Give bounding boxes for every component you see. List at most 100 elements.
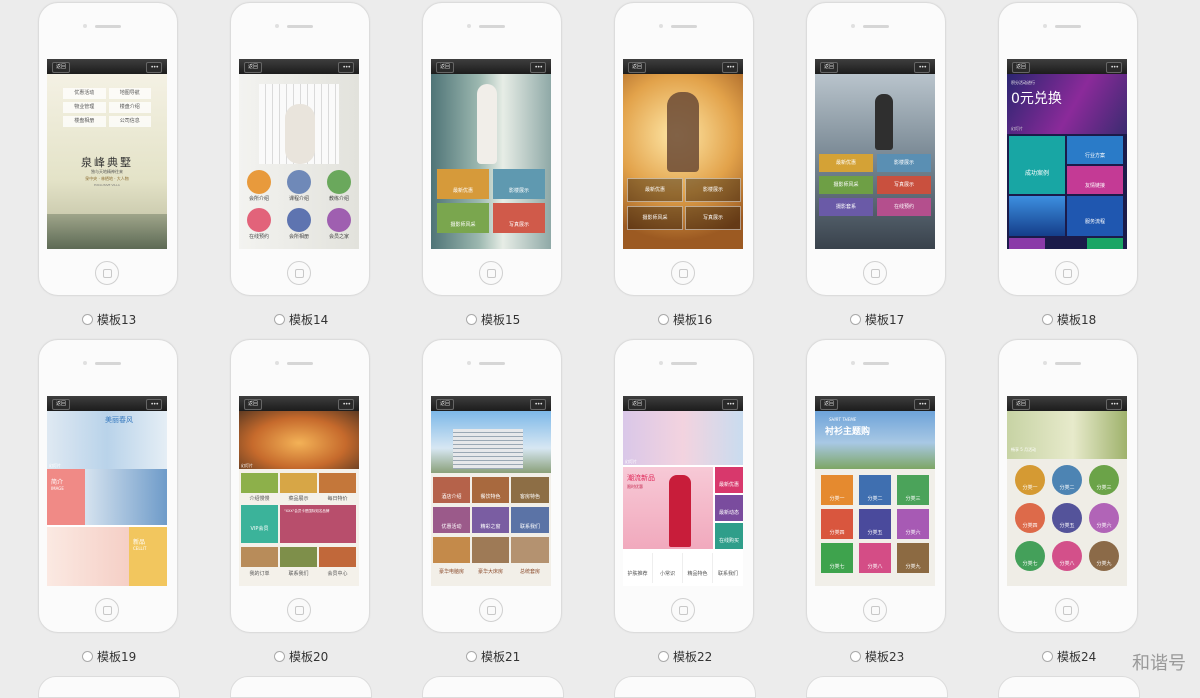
camera-dot (851, 24, 855, 28)
radio-button[interactable] (82, 651, 93, 662)
radio-button[interactable] (274, 314, 285, 325)
template-name: 模板15 (481, 313, 521, 327)
phone-screen: 返回 ••• 积分活动进行 0元兑换 幻灯片 成功案例 行业方案 友情链接 服务… (1007, 59, 1127, 249)
dish-image (280, 547, 317, 567)
template-label[interactable]: 模板21 (466, 648, 520, 664)
phone-screen: 返回 ••• 最新优惠 影楼展示 摄影师风采 写真展示 摄影套系 在线预约 (815, 59, 935, 249)
template-label[interactable]: 模板16 (658, 311, 712, 327)
city-image (1009, 196, 1065, 236)
category-tile: 分类八 (859, 543, 891, 573)
wechat-topbar: 返回 ••• (47, 59, 167, 74)
back-button: 返回 (436, 399, 455, 410)
side-tile: 最新动态 (715, 495, 743, 521)
camera-dot (275, 361, 279, 365)
radio-button[interactable] (850, 651, 861, 662)
template-label[interactable]: 模板24 (1042, 648, 1096, 664)
menu-item: 楼盘介绍 (108, 102, 151, 113)
yoga-figure (285, 104, 315, 164)
back-button: 返回 (244, 62, 263, 73)
back-button: 返回 (628, 62, 647, 73)
radio-button[interactable] (850, 314, 861, 325)
template-name: 模板21 (481, 650, 521, 664)
template-label[interactable]: 模板22 (658, 648, 712, 664)
radio-button[interactable] (466, 314, 477, 325)
template-name: 模板18 (1057, 313, 1097, 327)
speaker (863, 25, 889, 28)
next-row-phone (614, 676, 756, 698)
more-button: ••• (914, 399, 930, 410)
camera-dot (1043, 24, 1047, 28)
bottom-label: 我的订单 (249, 571, 270, 577)
wechat-topbar: 返回 ••• (431, 396, 551, 411)
feature-tile: 行业方案 (1067, 136, 1123, 164)
banner-title: 0元兑换 (1011, 91, 1062, 107)
side-tile: 在线购买 (715, 523, 743, 549)
product-image (47, 527, 129, 586)
feature-tile: 餐饮特色 (472, 477, 509, 503)
template-label[interactable]: 模板23 (850, 648, 904, 664)
wechat-topbar: 返回 ••• (1007, 59, 1127, 74)
feature-label: 会员之家 (328, 234, 349, 240)
home-button (671, 598, 695, 622)
radio-button[interactable] (1042, 651, 1053, 662)
phone-frame: 返回 ••• SHIRT THEME 衬衫主题购 分类一 分类二 分类三 分类四… (806, 339, 946, 633)
room-label: 总统套房 (519, 569, 540, 575)
banner-caption: 畅享 5 月活动 (1011, 447, 1037, 452)
template-name: 模板20 (289, 650, 329, 664)
radio-button[interactable] (658, 314, 669, 325)
category-tile: 分类九 (897, 543, 929, 573)
category-label: 分类九 (1096, 561, 1112, 567)
feature-tile: 在线预约 (877, 198, 931, 216)
more-button: ••• (1106, 399, 1122, 410)
more-button: ••• (146, 399, 162, 410)
feature-tile: 写真展示 (685, 206, 741, 230)
category-tile: 分类二 (859, 475, 891, 505)
template-name: 模板22 (673, 650, 713, 664)
radio-button[interactable] (658, 651, 669, 662)
template-label[interactable]: 模板20 (274, 648, 328, 664)
template-label[interactable]: 模板18 (1042, 311, 1096, 327)
phone-frame: 返回 ••• 美丽春风 幻灯片 简介 IMAGE 新品 CELLIT (38, 339, 178, 633)
phone-frame: 返回 ••• 会所介绍 课程介绍 教练介绍 在线预约 会所相册 会员之家 (230, 2, 370, 296)
category-tile: 分类三 (897, 475, 929, 505)
category-label: 分类八 (1059, 561, 1075, 567)
speaker (479, 25, 505, 28)
feature-tile: 最新优惠 (627, 178, 683, 202)
template-label[interactable]: 模板14 (274, 311, 328, 327)
home-button (863, 598, 887, 622)
wechat-topbar: 返回 ••• (1007, 396, 1127, 411)
banner-caption: 幻灯片 (625, 459, 637, 464)
bottom-tab: 精品特色 (683, 553, 713, 583)
speaker (863, 362, 889, 365)
radio-button[interactable] (1042, 314, 1053, 325)
template-name: 模板24 (1057, 650, 1097, 664)
camera-dot (467, 24, 471, 28)
phone-frame: 返回 ••• 优惠活动 地图导航 物业管理 楼盘介绍 楼盘相册 公司信息 泉峰典… (38, 2, 178, 296)
radio-button[interactable] (466, 651, 477, 662)
phone-screen: 返回 ••• 酒店介绍 餐饮特色 客房特色 优惠活动 精彩之窗 联系我们 豪华电… (431, 396, 551, 586)
bottom-tab: 小常识 (653, 553, 683, 583)
feature-tile: 客房特色 (511, 477, 549, 503)
camera-dot (659, 361, 663, 365)
speaker (479, 362, 505, 365)
camera-dot (467, 361, 471, 365)
wechat-topbar: 返回 ••• (239, 59, 359, 74)
model-figure (477, 84, 497, 164)
speaker (1055, 25, 1081, 28)
template-preview: 酒店介绍 餐饮特色 客房特色 优惠活动 精彩之窗 联系我们 豪华电脑房 豪华大床… (431, 411, 551, 586)
speaker (95, 25, 121, 28)
category-label: 分类二 (1059, 485, 1075, 491)
template-label[interactable]: 模板17 (850, 311, 904, 327)
radio-button[interactable] (274, 651, 285, 662)
template-label[interactable]: 模板19 (82, 648, 136, 664)
more-button: ••• (146, 62, 162, 73)
next-row-phone (998, 676, 1140, 698)
back-button: 返回 (820, 62, 839, 73)
template-label[interactable]: 模板13 (82, 311, 136, 327)
phone-frame: 返回 ••• 畅享 5 月活动 分类一 分类二 分类三 分类四 分类五 分类六 … (998, 339, 1138, 633)
feature-tile: 最新优惠 (437, 169, 489, 199)
villa-title: 泉峰典墅 (81, 156, 133, 169)
radio-button[interactable] (82, 314, 93, 325)
template-preview: 积分活动进行 0元兑换 幻灯片 成功案例 行业方案 友情链接 服务流程 (1007, 74, 1127, 249)
template-label[interactable]: 模板15 (466, 311, 520, 327)
